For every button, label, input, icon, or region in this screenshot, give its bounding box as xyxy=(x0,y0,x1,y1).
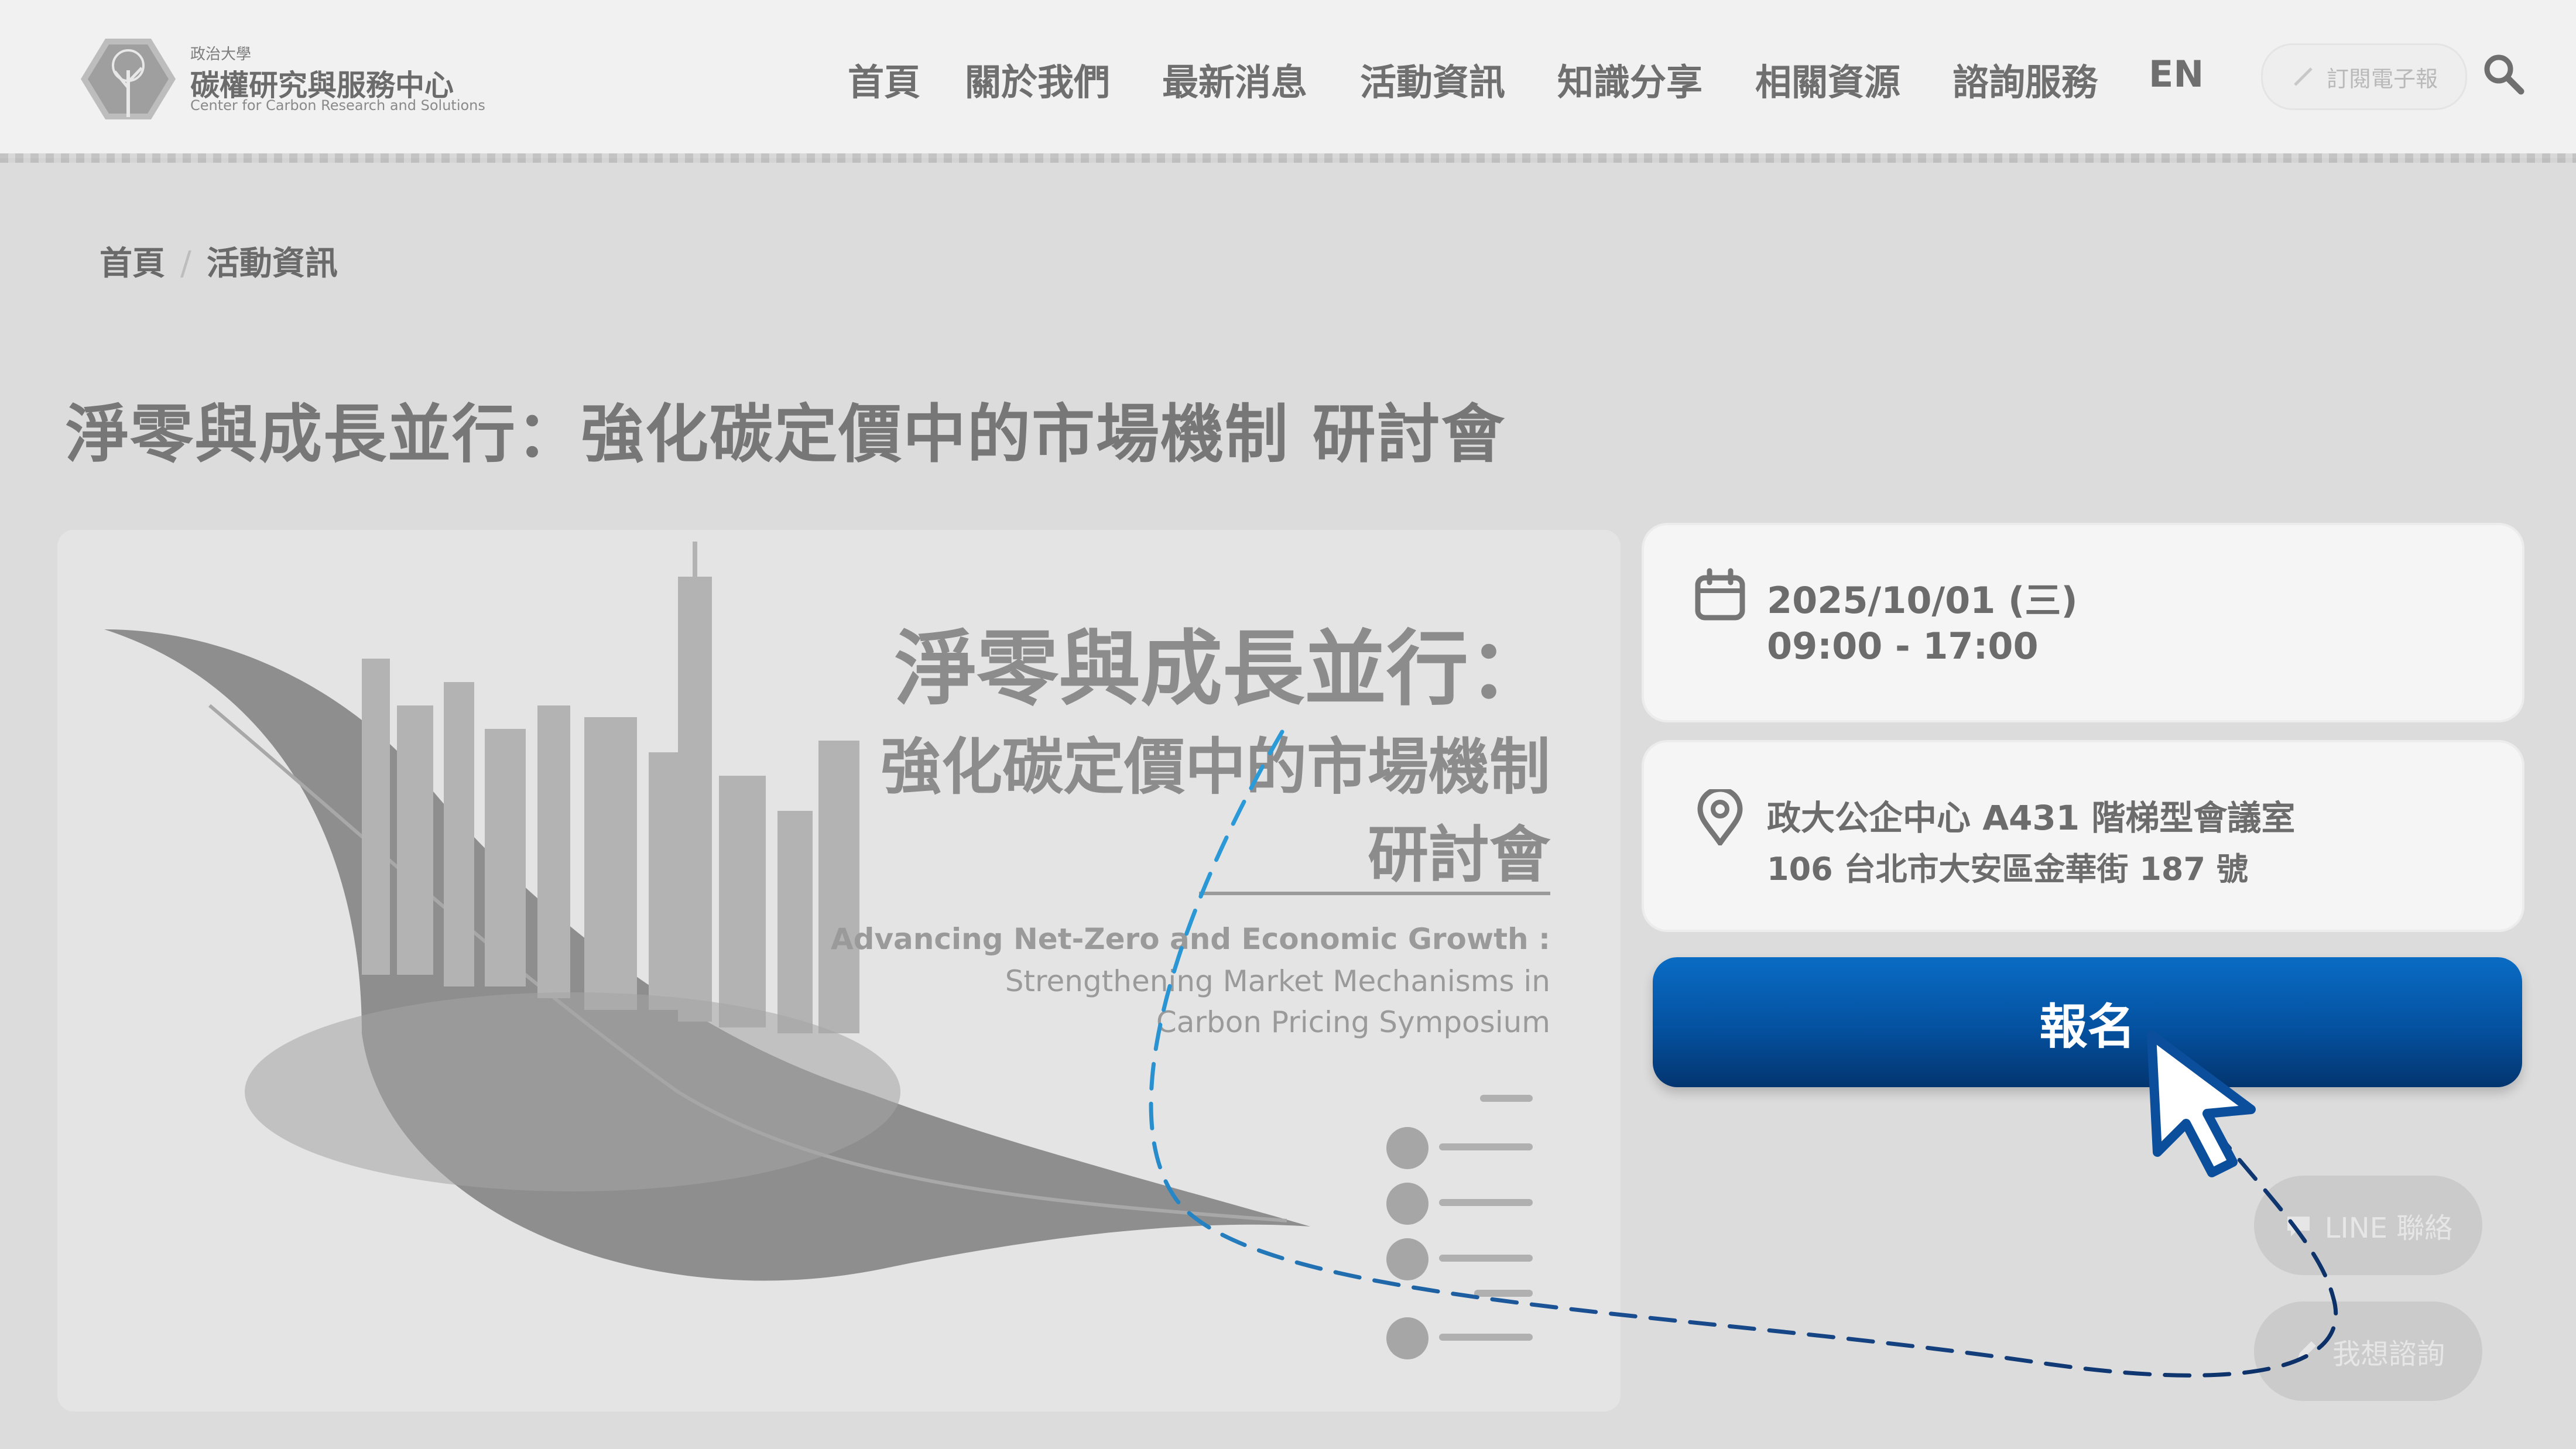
co-organizer-logo-text xyxy=(1439,1199,1533,1206)
newsletter-button[interactable]: 訂閱電子報 xyxy=(2261,43,2467,110)
event-time: 09:00 - 17:00 xyxy=(1767,625,2039,667)
partner-logo-text xyxy=(1439,1255,1533,1262)
page-title: 淨零與成長並行：強化碳定價中的市場機制 研討會 xyxy=(66,398,1506,471)
breadcrumb-current[interactable]: 活動資訊 xyxy=(207,245,338,283)
line-contact-button[interactable]: LINE 聯絡 xyxy=(2254,1176,2482,1275)
nav-about[interactable]: 關於我們 xyxy=(965,53,1110,105)
line-contact-label: LINE 聯絡 xyxy=(2324,1212,2453,1245)
event-venue: 政大公企中心 A431 階梯型會議室 xyxy=(1767,798,2296,838)
newsletter-label: 訂閱電子報 xyxy=(2326,66,2438,92)
poster-organizer-label xyxy=(1480,1095,1533,1102)
nav-resources[interactable]: 相關資源 xyxy=(1755,53,1900,105)
event-date: 2025/10/01 (三) xyxy=(1767,579,2078,622)
register-button[interactable]: 報名 xyxy=(1653,957,2522,1087)
sponsor-logo-icon xyxy=(1386,1317,1429,1359)
poster-sponsor-label xyxy=(1474,1290,1533,1297)
tree-logo-icon[interactable] xyxy=(75,35,179,123)
nav-events[interactable]: 活動資訊 xyxy=(1360,53,1505,105)
breadcrumb: 首頁 / 活動資訊 xyxy=(100,237,338,285)
poster-divider xyxy=(1199,892,1550,895)
logo-english-name: Center for Carbon Research and Solutions xyxy=(190,97,485,114)
pencil-icon xyxy=(2297,1341,2316,1360)
nav-english[interactable]: EN xyxy=(2149,53,2204,95)
poster-title-line1: 淨零與成長並行： xyxy=(894,622,1550,717)
event-address: 106 台北市大安區金華街 187 號 xyxy=(1767,851,2248,888)
register-label: 報名 xyxy=(2039,999,2136,1055)
site-header: 政治大學 碳權研究與服務中心 Center for Carbon Researc… xyxy=(0,0,2576,158)
nav-consulting[interactable]: 諮詢服務 xyxy=(1952,53,2098,105)
organizer-logo-icon xyxy=(1386,1127,1429,1169)
nav-home[interactable]: 首頁 xyxy=(848,53,920,105)
consult-label: 我想諮詢 xyxy=(2332,1338,2445,1371)
event-poster: 淨零與成長並行： 強化碳定價中的市場機制 研討會 Advancing Net-Z… xyxy=(57,530,1621,1412)
event-location-card: 政大公企中心 A431 階梯型會議室 106 台北市大安區金華街 187 號 xyxy=(1644,742,2522,930)
nav-knowledge[interactable]: 知識分享 xyxy=(1557,53,1703,105)
breadcrumb-separator: / xyxy=(180,245,191,283)
pencil-icon xyxy=(2294,67,2313,86)
breadcrumb-home[interactable]: 首頁 xyxy=(100,245,165,283)
co-organizer-logo-icon xyxy=(1386,1183,1429,1225)
logo-university: 政治大學 xyxy=(190,46,252,63)
poster-title-line3: 研討會 xyxy=(1367,819,1550,890)
consult-button[interactable]: 我想諮詢 xyxy=(2254,1301,2482,1401)
poster-title-line2: 強化碳定價中的市場機制 xyxy=(880,731,1550,803)
poster-english-line1: Advancing Net-Zero and Economic Growth : xyxy=(830,922,1550,956)
header-divider xyxy=(0,153,2576,163)
search-icon[interactable] xyxy=(2481,52,2526,96)
poster-english-line3: Carbon Pricing Symposium xyxy=(1156,1005,1550,1039)
nav-news[interactable]: 最新消息 xyxy=(1162,53,1307,105)
sponsor-logo-text xyxy=(1439,1334,1533,1341)
chat-bubble-icon xyxy=(2287,1217,2310,1236)
location-pin-icon xyxy=(1697,789,1743,845)
event-date-card: 2025/10/01 (三) 09:00 - 17:00 xyxy=(1644,525,2522,720)
calendar-icon xyxy=(1695,568,1745,621)
poster-english-line2: Strengthening Market Mechanisms in xyxy=(1005,964,1550,998)
organizer-logo-text xyxy=(1439,1143,1533,1150)
partner-logo-icon xyxy=(1386,1238,1429,1280)
